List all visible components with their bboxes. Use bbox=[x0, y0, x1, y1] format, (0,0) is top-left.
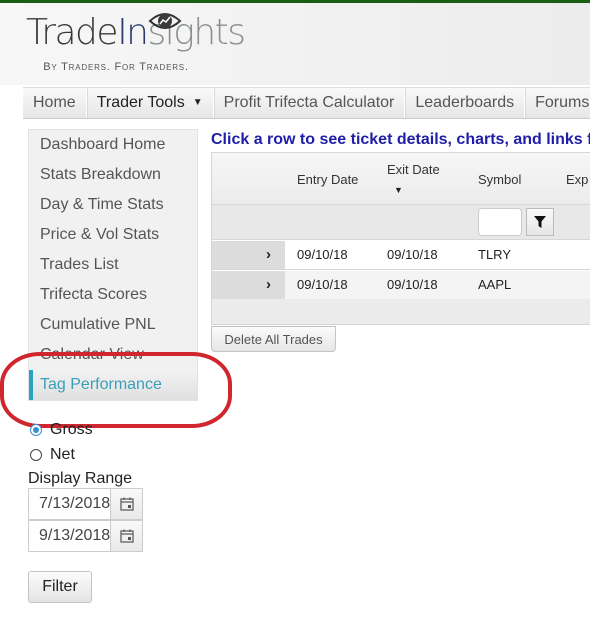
sidebar-item-trades-list[interactable]: Trades List bbox=[29, 250, 197, 280]
logo-text-in: In bbox=[117, 12, 149, 53]
column-header-exp[interactable]: Exp bbox=[566, 172, 588, 187]
grid-filter-row bbox=[212, 205, 590, 240]
nav-home[interactable]: Home bbox=[23, 88, 87, 118]
cell-entry-date: 09/10/18 bbox=[297, 277, 348, 292]
delete-all-trades-button[interactable]: Delete All Trades bbox=[211, 326, 336, 352]
column-header-entry-date[interactable]: Entry Date bbox=[297, 172, 358, 187]
nav-profit-trifecta-calculator[interactable]: Profit Trifecta Calculator bbox=[214, 88, 406, 118]
logo-text-trade: Trade bbox=[26, 12, 119, 53]
column-header-exit-date[interactable]: Exit Date bbox=[387, 162, 440, 177]
sidebar-item-stats-breakdown[interactable]: Stats Breakdown bbox=[29, 160, 197, 190]
sidebar-item-price-vol-stats[interactable]: Price & Vol Stats bbox=[29, 220, 197, 250]
nav-leaderboards[interactable]: Leaderboards bbox=[405, 88, 526, 118]
main-nav: Home Trader Tools ▼ Profit Trifecta Calcu… bbox=[23, 87, 590, 119]
grid-footer bbox=[212, 299, 590, 324]
symbol-filter-button[interactable] bbox=[526, 208, 554, 236]
nav-forums[interactable]: Forums bbox=[525, 88, 590, 118]
grid-header: Entry Date Exit Date ▼ Symbol Exp bbox=[212, 153, 590, 205]
radio-gross[interactable]: Gross bbox=[30, 421, 93, 439]
expand-row-icon[interactable]: › bbox=[212, 241, 285, 269]
cell-symbol: AAPL bbox=[478, 277, 512, 292]
funnel-icon bbox=[534, 216, 546, 228]
radio-net[interactable]: Net bbox=[30, 446, 75, 464]
filter-button[interactable]: Filter bbox=[28, 571, 92, 603]
radio-gross-label: Gross bbox=[50, 421, 93, 438]
end-date-picker-button[interactable] bbox=[110, 521, 142, 551]
sidebar-item-day-time-stats[interactable]: Day & Time Stats bbox=[29, 190, 197, 220]
end-date-value[interactable]: 9/13/2018 bbox=[29, 521, 110, 551]
nav-trader-tools-label: Trader Tools bbox=[96, 94, 185, 111]
caret-down-icon: ▼ bbox=[192, 97, 203, 108]
eye-chart-icon bbox=[148, 13, 182, 29]
display-range-label: Display Range bbox=[28, 470, 133, 487]
cell-exit-date: 09/10/18 bbox=[387, 277, 438, 292]
start-date-field[interactable]: 7/13/2018 bbox=[28, 488, 143, 520]
nav-home-label: Home bbox=[33, 94, 76, 111]
calendar-icon bbox=[120, 529, 134, 543]
sidebar-item-tag-performance[interactable]: Tag Performance bbox=[29, 370, 197, 400]
radio-unchecked-icon[interactable] bbox=[30, 449, 42, 461]
trades-grid: Entry Date Exit Date ▼ Symbol Exp › 09/1… bbox=[211, 152, 590, 325]
tagline: By Traders. For Traders. bbox=[43, 61, 189, 73]
cell-exit-date: 09/10/18 bbox=[387, 247, 438, 262]
cell-symbol: TLRY bbox=[478, 247, 511, 262]
trades-hint-text: Click a row to see ticket details, chart… bbox=[211, 131, 590, 148]
dashboard-sidebar: Dashboard Home Stats Breakdown Day & Tim… bbox=[28, 129, 198, 401]
calendar-icon bbox=[120, 497, 134, 511]
end-date-field[interactable]: 9/13/2018 bbox=[28, 520, 143, 552]
cell-entry-date: 09/10/18 bbox=[297, 247, 348, 262]
nav-forums-label: Forums bbox=[535, 94, 590, 111]
sidebar-item-calendar-view[interactable]: Calendar View bbox=[29, 340, 197, 370]
start-date-picker-button[interactable] bbox=[110, 489, 142, 519]
nav-profit-trifecta-label: Profit Trifecta Calculator bbox=[223, 94, 395, 111]
table-row[interactable]: › 09/10/18 09/10/18 AAPL bbox=[212, 271, 590, 300]
start-date-value[interactable]: 7/13/2018 bbox=[29, 489, 110, 519]
site-header: TradeInsights By Traders. For Traders. bbox=[0, 3, 590, 85]
sidebar-item-cumulative-pnl[interactable]: Cumulative PNL bbox=[29, 310, 197, 340]
nav-trader-tools[interactable]: Trader Tools ▼ bbox=[87, 88, 214, 118]
nav-leaderboards-label: Leaderboards bbox=[415, 94, 515, 111]
sidebar-item-dashboard-home[interactable]: Dashboard Home bbox=[29, 130, 197, 160]
sidebar-item-trifecta-scores[interactable]: Trifecta Scores bbox=[29, 280, 197, 310]
column-header-symbol[interactable]: Symbol bbox=[478, 172, 521, 187]
table-row[interactable]: › 09/10/18 09/10/18 TLRY bbox=[212, 241, 590, 270]
expand-row-icon[interactable]: › bbox=[212, 271, 285, 299]
site-logo[interactable]: TradeInsights bbox=[26, 11, 246, 55]
radio-net-label: Net bbox=[50, 446, 75, 463]
symbol-filter-input[interactable] bbox=[478, 208, 522, 236]
sort-desc-icon[interactable]: ▼ bbox=[394, 185, 403, 195]
radio-checked-icon[interactable] bbox=[30, 424, 42, 436]
